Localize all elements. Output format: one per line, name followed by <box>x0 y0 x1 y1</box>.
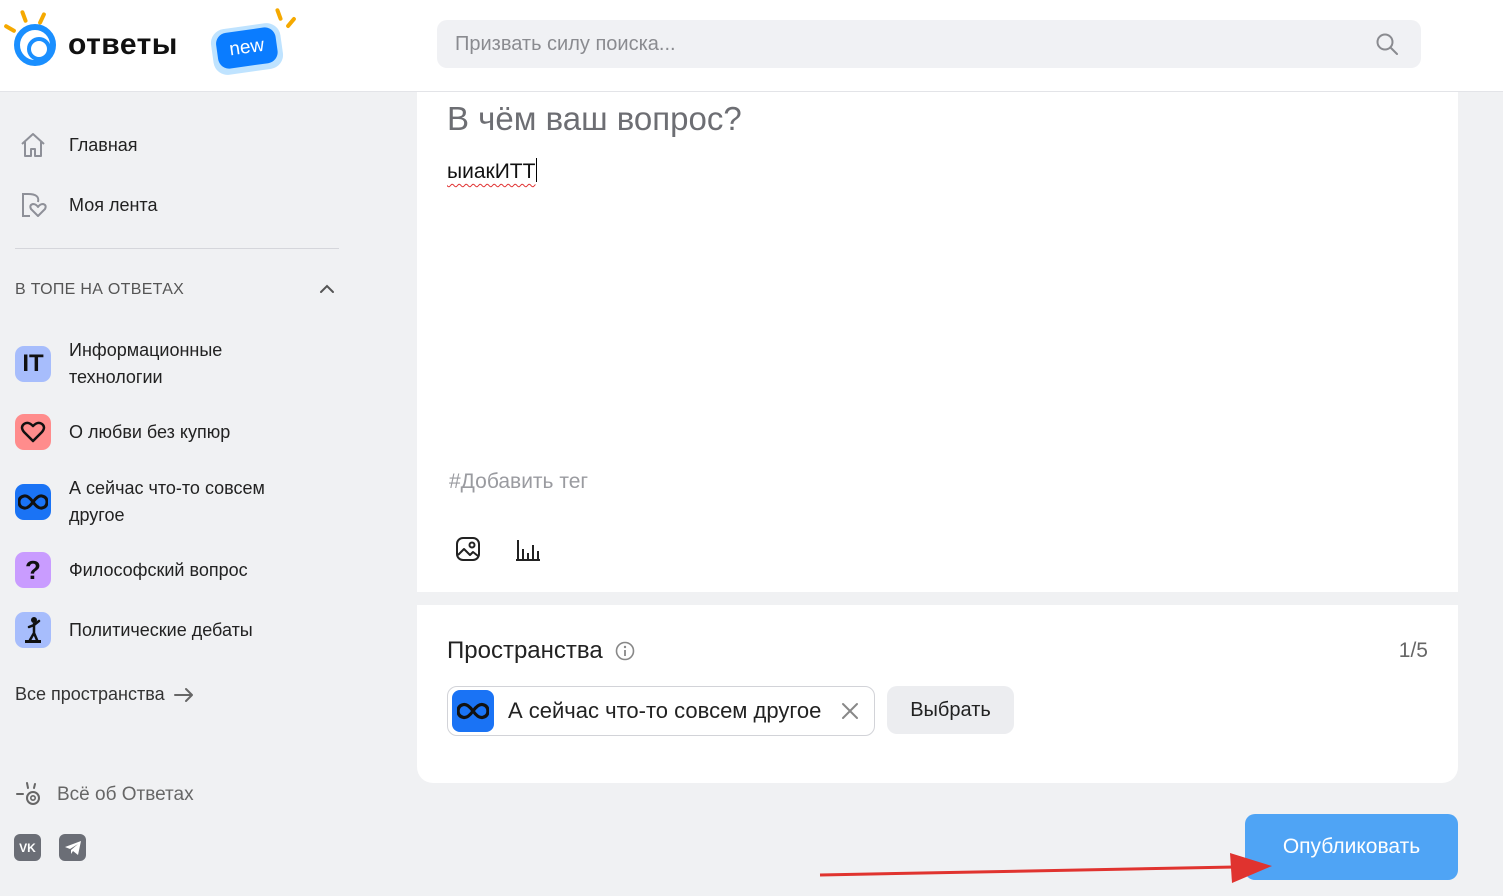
image-icon[interactable] <box>454 535 482 563</box>
it-icon: IT <box>15 346 51 382</box>
poll-icon[interactable] <box>514 535 542 563</box>
sidebar-divider <box>15 248 339 249</box>
annotation-arrow <box>819 853 1272 883</box>
section-title: В ТОПЕ НА ОТВЕТАХ <box>15 281 185 298</box>
question-card: В чём ваш вопрос? ыиакИТТ #Добавить тег <box>417 92 1458 592</box>
space-label: А сейчас что-то совсем другое <box>69 478 265 525</box>
all-spaces-link[interactable]: Все пространства <box>15 684 195 705</box>
question-icon: ? <box>15 552 51 588</box>
search-input[interactable]: Призвать силу поиска... <box>437 20 1421 68</box>
all-spaces-label: Все пространства <box>15 684 165 704</box>
close-icon[interactable] <box>840 701 860 721</box>
logo-ray <box>285 16 297 29</box>
question-toolbar <box>454 535 542 563</box>
new-badge: new <box>209 21 285 77</box>
logo-ray <box>19 9 29 24</box>
question-body-text: ыиакИТТ <box>447 160 536 183</box>
infinity-icon <box>452 690 494 732</box>
space-label: Политические дебаты <box>69 619 253 640</box>
text-cursor <box>536 158 538 182</box>
sidebar-item-label: Главная <box>69 134 138 155</box>
space-label: О любви без купюр <box>69 421 231 442</box>
logo-ray <box>3 23 17 34</box>
spaces-card: Пространства 1/5 А сейчас что-то совсем … <box>417 605 1458 783</box>
publish-button[interactable]: Опубликовать <box>1245 814 1458 880</box>
logo-at-icon <box>14 24 56 66</box>
chevron-up-icon[interactable] <box>318 282 336 296</box>
sidebar: Главная Моя лента В ТОПЕ НА ОТВЕТАХ IT И… <box>0 92 360 896</box>
about-otvety-icon <box>16 782 40 805</box>
sidebar-space-other[interactable]: А сейчас что-то совсем другое <box>15 475 319 529</box>
sidebar-space-politics[interactable]: Политические дебаты <box>15 612 319 648</box>
vk-icon[interactable]: VK <box>14 834 41 861</box>
logo-ray <box>37 11 47 26</box>
sidebar-item-home[interactable]: Главная <box>16 128 138 162</box>
infinity-icon <box>15 484 51 520</box>
spaces-count: 1/5 <box>1398 639 1428 662</box>
sidebar-space-it[interactable]: IT Информационные технологии <box>15 337 319 391</box>
sidebar-item-label: Моя лента <box>69 194 158 215</box>
logo-ray <box>274 7 284 22</box>
spaces-title-label: Пространства <box>447 637 603 664</box>
space-label: Информационные технологии <box>69 340 223 387</box>
selected-space-chip[interactable]: А сейчас что-то совсем другое <box>447 686 875 736</box>
sidebar-item-feed[interactable]: Моя лента <box>16 188 157 222</box>
info-icon[interactable] <box>615 641 635 661</box>
header: ответы new Призвать силу поиска... <box>0 0 1503 92</box>
logo[interactable]: ответы new <box>0 6 300 86</box>
feed-icon <box>22 193 47 217</box>
heart-icon <box>15 414 51 450</box>
about-link[interactable]: Всё об Ответах <box>15 781 194 809</box>
podium-icon <box>15 612 51 648</box>
choose-space-button[interactable]: Выбрать <box>887 686 1014 734</box>
spaces-title: Пространства <box>447 637 635 665</box>
search-icon[interactable] <box>1375 32 1399 56</box>
sidebar-space-love[interactable]: О любви без купюр <box>15 414 319 450</box>
arrow-right-icon <box>173 687 193 702</box>
new-badge-label: new <box>214 26 280 71</box>
sidebar-space-philosophy[interactable]: ? Философский вопрос <box>15 552 319 588</box>
about-label: Всё об Ответах <box>57 784 194 805</box>
question-title-input[interactable]: В чём ваш вопрос? <box>447 100 742 138</box>
chip-label: А сейчас что-то совсем другое <box>508 698 822 723</box>
home-icon <box>21 133 45 157</box>
add-tag-input[interactable]: #Добавить тег <box>449 470 588 494</box>
space-label: Философский вопрос <box>69 559 248 580</box>
logo-text: ответы <box>68 28 178 61</box>
telegram-icon[interactable] <box>59 834 86 861</box>
question-body-input[interactable]: ыиакИТТ <box>447 158 538 184</box>
social-links: VK <box>14 834 86 861</box>
search-placeholder: Призвать силу поиска... <box>455 33 676 55</box>
